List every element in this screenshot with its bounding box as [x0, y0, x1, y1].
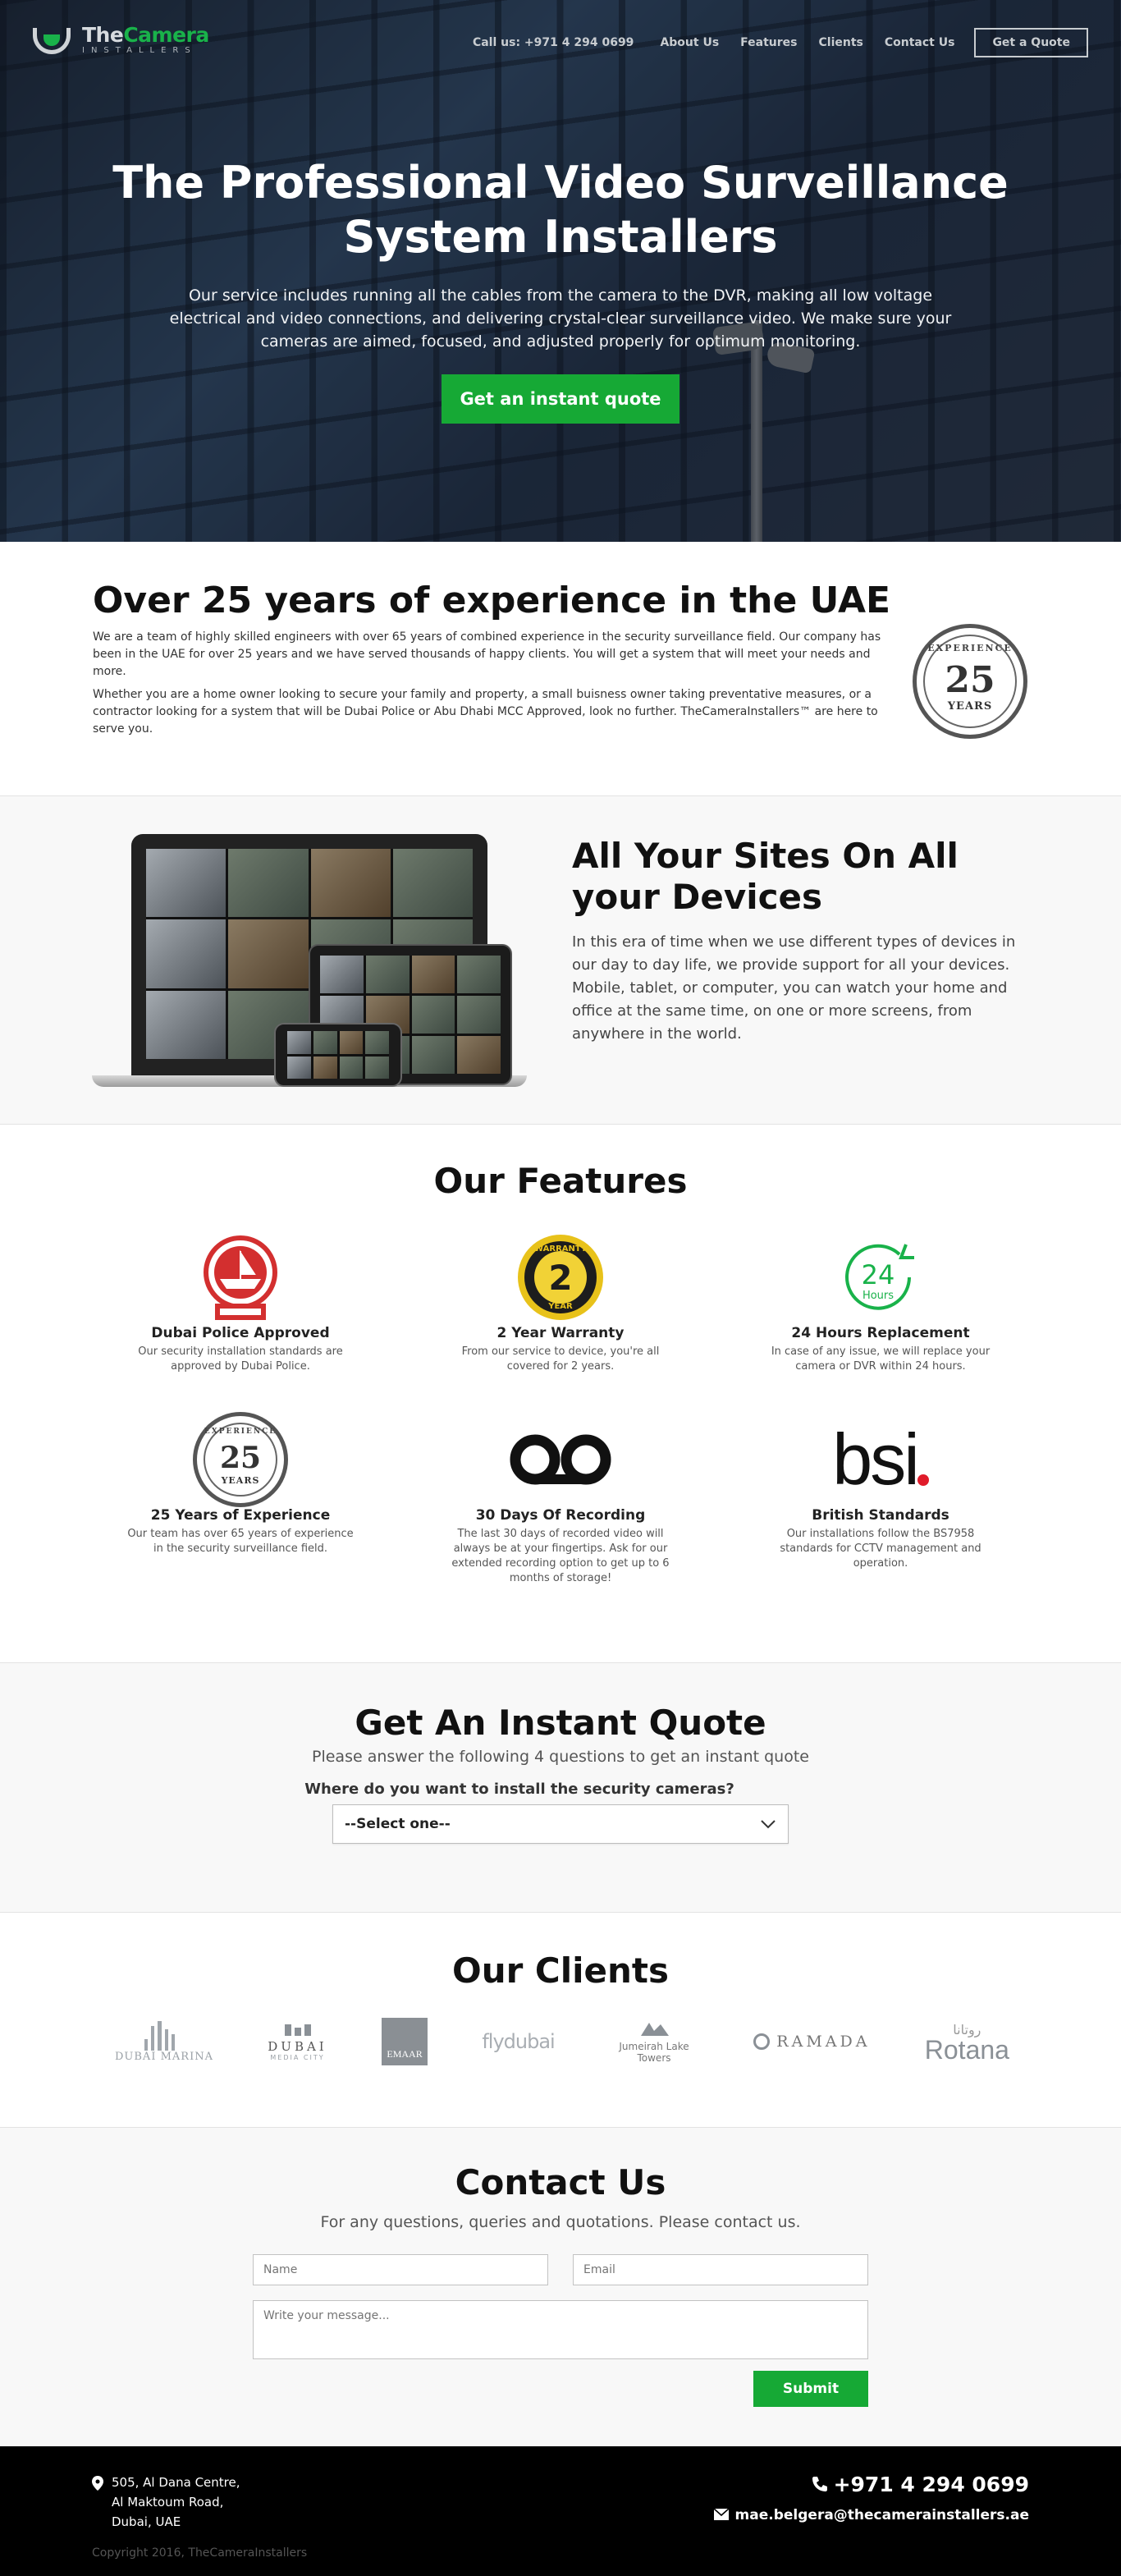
feature-description: In case of any issue, we will replace yo…: [771, 1345, 991, 1373]
feature-description: From our service to device, you're all c…: [461, 1345, 660, 1373]
feature-title: British Standards: [812, 1507, 949, 1524]
devices-section: All Your Sites On All your Devices In th…: [0, 796, 1121, 1125]
hero-section: TheCamera INSTALLERS Call us: +971 4 294…: [0, 0, 1121, 542]
hero-title: The Professional Video Surveillance Syst…: [112, 157, 1009, 263]
quote-title: Get An Instant Quote: [355, 1703, 766, 1743]
phone-image: [274, 1023, 402, 1087]
feature-recording: 30 Days Of Recording The last 30 days of…: [437, 1414, 684, 1586]
feature-title: Dubai Police Approved: [151, 1325, 330, 1341]
experience-paragraph-1: We are a team of highly skilled engineer…: [93, 630, 881, 678]
logo-name-part2: Camera: [123, 22, 209, 47]
envelope-icon: [713, 2508, 730, 2520]
name-field[interactable]: [253, 2254, 548, 2285]
about-section: Over 25 years of experience in the UAE W…: [0, 542, 1121, 796]
contact-title: Contact Us: [455, 2162, 666, 2202]
footer-email[interactable]: mae.belgera@thecamerainstallers.ae: [713, 2507, 1029, 2523]
chevron-down-icon: [761, 1820, 776, 1829]
quote-subtitle: Please answer the following 4 questions …: [312, 1748, 809, 1766]
feature-24-hours: 24 Hours 24 Hours Replacement In case of…: [757, 1231, 1004, 1374]
instant-quote-button[interactable]: Get an instant quote: [442, 374, 679, 424]
nav-about-us[interactable]: About Us: [660, 36, 719, 49]
logo-name-part1: The: [82, 22, 124, 47]
location-select-value: --Select one--: [345, 1816, 451, 1832]
camera-logo-icon: [33, 23, 75, 56]
hero-content: The Professional Video Surveillance Syst…: [0, 156, 1121, 424]
feature-description: Our security installation standards are …: [138, 1345, 343, 1373]
client-logo-dubai-media-city: DUBAI MEDIA CITY: [268, 2023, 327, 2061]
feature-description: Our team has over 65 years of experience…: [127, 1528, 354, 1555]
feature-experience: EXPERIENCE 25 YEARS 25 Years of Experien…: [117, 1412, 364, 1556]
client-logo-jlt: Jumeirah Lake Towers: [609, 2019, 699, 2064]
clients-section: Our Clients DUBAI MARINA DUBAI MEDIA CIT…: [0, 1913, 1121, 2128]
feature-title: 2 Year Warranty: [496, 1325, 625, 1341]
devices-description: In this era of time when we use differen…: [572, 933, 1016, 1043]
bsi-dot-icon: [917, 1474, 929, 1486]
hours-badge-number: 24: [862, 1259, 895, 1290]
submit-button[interactable]: Submit: [753, 2371, 868, 2407]
client-logo-rotana: روتانا Rotana: [924, 2021, 1009, 2065]
footer-address: 505, Al Dana Centre, Al Maktoum Road, Du…: [92, 2473, 240, 2532]
24-hours-icon: 24 Hours: [757, 1231, 1004, 1323]
experience-paragraph-2: Whether you are a home owner looking to …: [93, 688, 878, 736]
nav-features[interactable]: Features: [740, 36, 797, 49]
client-logos: DUBAI MARINA DUBAI MEDIA CITY EMAAR flyd…: [115, 2018, 1009, 2065]
recording-tape-icon: [437, 1414, 684, 1506]
client-logo-flydubai: flydubai: [482, 2030, 555, 2053]
quote-section: Get An Instant Quote Please answer the f…: [0, 1663, 1121, 1913]
client-logo-ramada: RAMADA: [753, 2033, 870, 2051]
warranty-badge-number: 2: [548, 1258, 572, 1298]
experience-stamp-icon: EXPERIENCE 25 YEARS: [913, 624, 1027, 739]
nav-contact-us[interactable]: Contact Us: [885, 36, 955, 49]
client-logo-emaar: EMAAR: [382, 2018, 428, 2065]
contact-section: Contact Us For any questions, queries an…: [0, 2128, 1121, 2446]
email-field[interactable]: [573, 2254, 868, 2285]
warranty-badge-top: WARRANTY: [534, 1244, 588, 1254]
feature-police-approved: Dubai Police Approved Our security insta…: [117, 1231, 364, 1374]
feature-title: 24 Hours Replacement: [791, 1325, 970, 1341]
features-title: Our Features: [433, 1161, 688, 1201]
bsi-logo-text: bsi: [832, 1419, 919, 1500]
footer: 505, Al Dana Centre, Al Maktoum Road, Du…: [0, 2446, 1121, 2576]
clients-title: Our Clients: [451, 1950, 670, 1991]
feature-british-standards: bsi British Standards Our installations …: [757, 1414, 1004, 1571]
client-logo-dubai-marina: DUBAI MARINA: [115, 2020, 213, 2063]
experience-title: Over 25 years of experience in the UAE: [93, 580, 891, 621]
hero-description: Our service includes running all the cab…: [169, 286, 952, 351]
feature-description: The last 30 days of recorded video will …: [451, 1528, 670, 1584]
location-select[interactable]: --Select one--: [332, 1804, 789, 1844]
feature-title: 25 Years of Experience: [150, 1507, 331, 1524]
experience-stamp-icon: EXPERIENCE 25 YEARS: [117, 1412, 364, 1507]
warranty-badge-icon: WARRANTY 2 YEAR: [437, 1231, 684, 1323]
features-section: Our Features Dubai Police Approved Our s…: [0, 1125, 1121, 1663]
nav-phone-link[interactable]: Call us: +971 4 294 0699: [473, 36, 634, 49]
ramada-emblem-icon: [753, 2033, 771, 2050]
contact-subtitle: For any questions, queries and quotation…: [320, 2213, 801, 2231]
nav-clients[interactable]: Clients: [819, 36, 863, 49]
phone-icon: [812, 2477, 827, 2491]
warranty-badge-bottom: YEAR: [547, 1302, 573, 1311]
top-nav: TheCamera INSTALLERS Call us: +971 4 294…: [0, 0, 1121, 89]
message-field[interactable]: [253, 2300, 868, 2359]
footer-phone[interactable]: +971 4 294 0699: [811, 2473, 1029, 2496]
copyright: Copyright 2016, TheCameraInstallers: [92, 2546, 308, 2560]
bsi-logo-icon: bsi: [757, 1414, 1004, 1506]
get-a-quote-button[interactable]: Get a Quote: [974, 28, 1088, 57]
feature-description: Our installations follow the BS7958 stan…: [780, 1528, 981, 1570]
logo-tagline: INSTALLERS: [82, 45, 197, 55]
feature-warranty: WARRANTY 2 YEAR 2 Year Warranty From our…: [437, 1231, 684, 1374]
location-pin-icon: [92, 2476, 103, 2491]
quote-question: Where do you want to install the securit…: [304, 1781, 734, 1798]
feature-title: 30 Days Of Recording: [475, 1507, 646, 1524]
nav-links: Call us: +971 4 294 0699 About Us Featur…: [451, 28, 1088, 57]
hours-badge-label: Hours: [862, 1290, 894, 1302]
site-logo[interactable]: TheCamera INSTALLERS: [33, 23, 209, 56]
devices-title: All Your Sites On All your Devices: [572, 836, 959, 917]
police-emblem-icon: [117, 1231, 364, 1323]
